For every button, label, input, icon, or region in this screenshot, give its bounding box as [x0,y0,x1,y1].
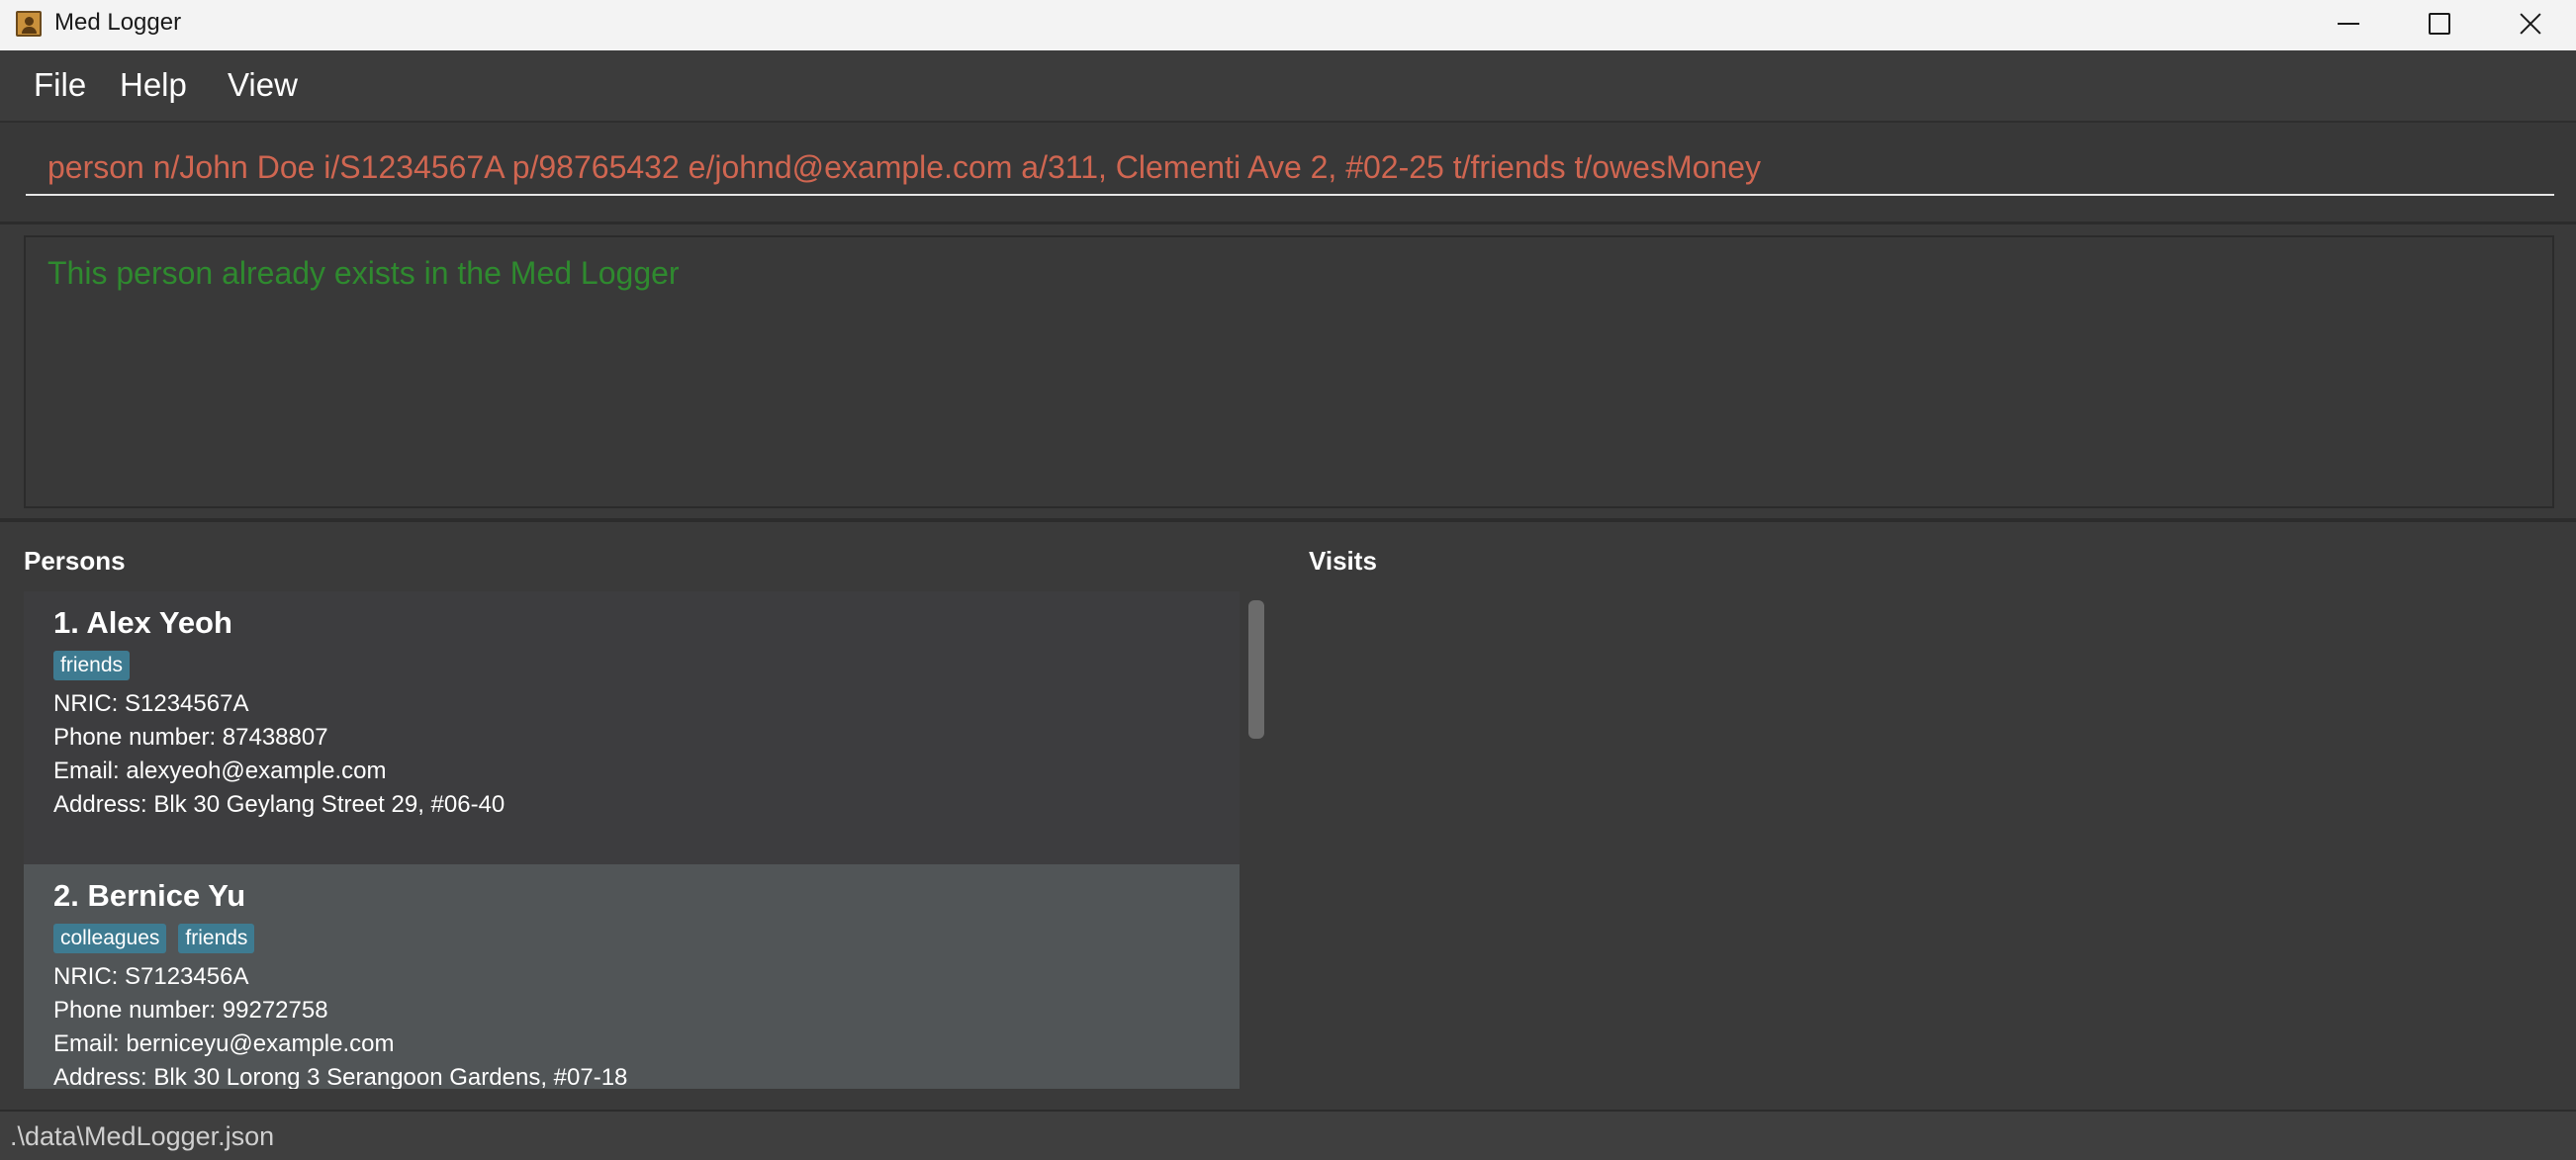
result-message: This person already exists in the Med Lo… [47,255,680,291]
person-card[interactable]: 2. Bernice Yu colleagues friends NRIC: S… [24,864,1240,1089]
person-address: Address: Blk 30 Geylang Street 29, #06-4… [53,791,506,818]
person-name: 2. Bernice Yu [53,878,246,913]
window-title: Med Logger [54,9,182,36]
menu-help[interactable]: Help [120,66,187,104]
command-box [0,123,2576,224]
status-bar: .\data\MedLogger.json [0,1110,2576,1160]
person-name: 1. Alex Yeoh [53,605,232,640]
persons-panel-title: Persons [24,546,126,576]
person-email: Email: berniceyu@example.com [53,1030,395,1057]
person-address: Address: Blk 30 Lorong 3 Serangoon Garde… [53,1064,628,1089]
maximize-icon [2429,13,2450,35]
person-email: Email: alexyeoh@example.com [53,758,387,784]
command-input[interactable] [26,140,2554,196]
person-nric: NRIC: S1234567A [53,690,249,717]
tag-list: colleagues friends [53,924,255,953]
person-phone: Phone number: 87438807 [53,724,328,751]
tag: friends [178,924,255,953]
result-display[interactable]: This person already exists in the Med Lo… [24,235,2554,508]
app-icon [16,11,42,37]
close-icon [2519,12,2542,36]
menu-bar: File Help View [0,50,2576,123]
title-bar: Med Logger [0,0,2576,50]
tag-list: friends [53,651,131,680]
visits-panel-title: Visits [1309,546,1377,576]
person-phone: Phone number: 99272758 [53,997,328,1024]
close-button[interactable] [2485,0,2576,47]
minimize-button[interactable] [2303,0,2394,47]
tag: colleagues [53,924,167,953]
minimize-icon [2338,23,2359,25]
person-list[interactable]: 1. Alex Yeoh friends NRIC: S1234567A Pho… [24,591,1240,1089]
data-file-path: .\data\MedLogger.json [10,1121,275,1151]
menu-view[interactable]: View [228,66,298,104]
divider [0,518,2576,522]
person-card[interactable]: 1. Alex Yeoh friends NRIC: S1234567A Pho… [24,591,1240,864]
person-list-scrollbar[interactable] [1248,600,1264,739]
menu-file[interactable]: File [34,66,86,104]
tag: friends [53,651,131,680]
maximize-button[interactable] [2394,0,2485,47]
person-nric: NRIC: S7123456A [53,963,249,990]
